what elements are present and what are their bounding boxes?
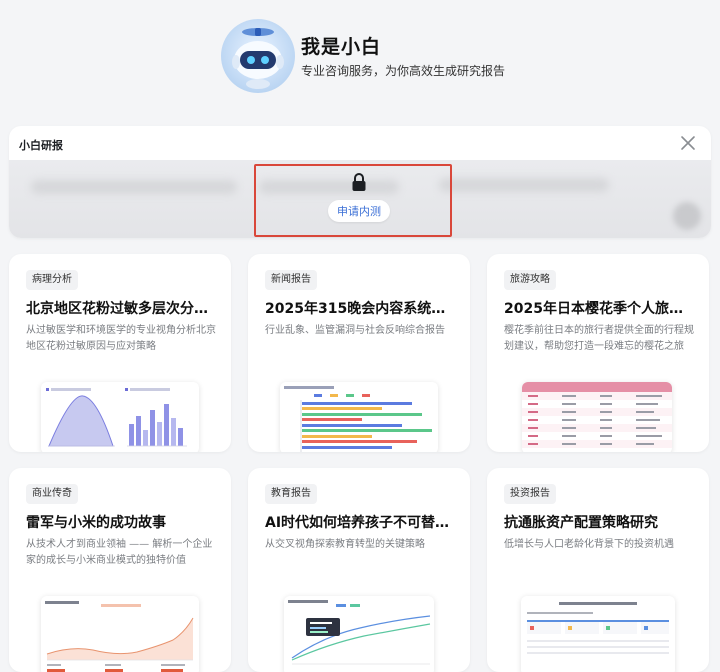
card-tag: 新闻报告 [265,270,317,290]
report-thumbnail [284,596,434,672]
report-card[interactable]: 新闻报告 2025年315晚会内容系统分析 行业乱象、监管漏洞与社会反响综合报告 [248,254,470,452]
report-card[interactable]: 旅游攻略 2025年日本樱花季个人旅行规划 樱花季前往日本的旅行者提供全面的行程… [487,254,709,452]
report-card[interactable]: 病理分析 北京地区花粉过敏多层次分析框架 从过敏医学和环境医学的专业视角分析北京… [9,254,231,452]
card-tag: 商业传奇 [26,484,78,504]
apply-beta-button[interactable]: 申请内测 [328,200,390,222]
card-description: 从技术人才到商业领袖 —— 解析一个企业家的成长与小米商业模式的独特价值 [26,539,213,566]
report-thumbnail [41,596,199,672]
report-card[interactable]: 教育报告 AI时代如何培养孩子不可替代的能力 从交叉视角探索教育转型的关键策略 [248,468,470,672]
card-title: AI时代如何培养孩子不可替代的能力 [265,515,457,531]
card-tag: 旅游攻略 [504,270,556,290]
blurred-text-line [31,180,237,194]
hero-title: 我是小白 [301,36,382,58]
report-thumbnail [280,382,438,452]
card-title: 2025年315晚会内容系统分析 [265,301,457,317]
report-card[interactable]: 商业传奇 雷军与小米的成功故事 从技术人才到商业领袖 —— 解析一个企业家的成长… [9,468,231,672]
lock-icon [352,173,366,191]
card-tag: 教育报告 [265,484,317,504]
card-tag: 病理分析 [26,270,78,290]
hero-subtitle: 专业咨询服务，为你高效生成研究报告 [301,64,506,78]
card-description: 行业乱象、监管漏洞与社会反响综合报告 [265,325,445,336]
report-thumbnail [522,382,672,452]
hero-header: 我是小白 专业咨询服务，为你高效生成研究报告 [0,0,720,125]
panel-title: 小白研报 [19,139,63,152]
report-thumbnail [521,596,675,672]
robot-mascot-avatar [221,19,295,93]
card-title: 2025年日本樱花季个人旅行规划 [504,301,696,317]
card-description: 樱花季前往日本的旅行者提供全面的行程规划建议，帮助您打造一段难忘的樱花之旅 [504,325,694,352]
report-thumbnail [41,382,199,452]
card-description: 从交叉视角探索教育转型的关键策略 [265,539,425,550]
report-card[interactable]: 投资报告 抗通胀资产配置策略研究 低增长与人口老龄化背景下的投资机遇 [487,468,709,672]
blurred-text-line [439,178,609,192]
card-title: 北京地区花粉过敏多层次分析框架 [26,301,218,317]
card-description: 从过敏医学和环境医学的专业视角分析北京地区花粉过敏原因与应对策略 [26,325,216,352]
card-description: 低增长与人口老龄化背景下的投资机遇 [504,539,674,550]
close-icon[interactable] [679,134,697,152]
card-title: 抗通胀资产配置策略研究 [504,515,658,531]
blurred-avatar [673,202,701,230]
card-title: 雷军与小米的成功故事 [26,515,166,531]
card-tag: 投资报告 [504,484,556,504]
